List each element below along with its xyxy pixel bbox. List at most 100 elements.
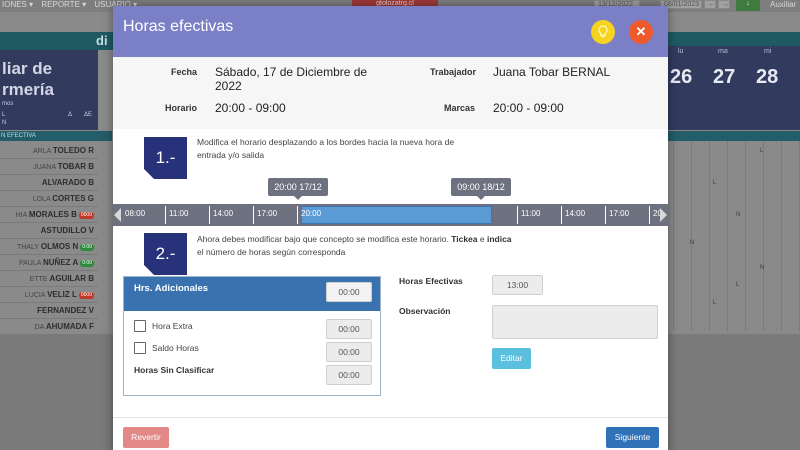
observacion-label: Observación (399, 306, 451, 316)
horario-label: Horario (165, 103, 198, 113)
timeline-hour-label: 11:00 (521, 209, 541, 218)
worker-first-name: PAULA (18, 260, 42, 267)
worker-row[interactable]: LOLA CORTES G (0, 191, 98, 207)
grid-cell[interactable]: N (736, 212, 740, 218)
marcas-value: 20:00 - 09:00 (493, 101, 564, 115)
worker-last-name: MORALES B (28, 210, 77, 219)
step-1-badge: 1.- (144, 137, 187, 179)
grid-cell[interactable]: L (713, 300, 716, 306)
timeline-hour-label: 17:00 (257, 209, 278, 218)
saldo-horas-input[interactable]: 00:00 (326, 342, 372, 362)
modal-title: Horas efectivas (123, 18, 234, 35)
timeline-hour-label: 14:00 (213, 209, 234, 218)
close-icon[interactable]: ✕ (629, 20, 653, 44)
worker-first-name: LOLA (32, 196, 51, 203)
worker-row[interactable]: PAULA NUÑEZ A 0:00 (0, 255, 98, 271)
siguiente-button[interactable]: Siguiente (606, 427, 659, 448)
horario-value: 20:00 - 09:00 (215, 101, 286, 115)
timeline-slider[interactable]: 08:0011:0014:0017:0020:0023:0002:0005:00… (113, 204, 668, 226)
shift-label: L (2, 112, 6, 118)
efectiva-row: N EFECTIVA (0, 131, 112, 141)
day-name: mi (764, 48, 772, 55)
timeline-tick (297, 206, 298, 224)
step-2-text-part: Ahora debes modificar bajo que concepto … (197, 234, 452, 244)
worker-row[interactable]: HIA MORALES B 0000 (0, 207, 98, 223)
timeline-tick (561, 206, 562, 224)
timeline-hour-label: 20:00 (301, 209, 322, 218)
timeline-tick (165, 206, 166, 224)
section-title: di (96, 33, 108, 48)
adicionales-total-field: 00:00 (326, 282, 372, 302)
day-name: lu (678, 48, 684, 55)
grid-cell[interactable]: L (736, 282, 739, 288)
step-1-text: Modifica el horario desplazando a los bo… (197, 137, 455, 160)
horas-adicionales-panel: Hrs. Adicionales 00:00 Hora Extra 00:00 … (123, 276, 381, 396)
horas-efectivas-modal: Horas efectivas ✕ Fecha Sábado, 17 de Di… (113, 6, 668, 450)
worker-balance-badge: 0000 (78, 291, 94, 299)
info-section: Fecha Sábado, 17 de Diciembre de 2022 Tr… (113, 57, 668, 129)
worker-row[interactable]: ASTUDILLO V (0, 223, 98, 239)
menu-item[interactable]: REPORTE ▾ (41, 0, 86, 9)
worker-first-name: HIA (15, 212, 27, 219)
timeline-tick (209, 206, 210, 224)
auxiliar-label: Auxiliar (770, 0, 797, 9)
trabajador-label: Trabajador (430, 67, 477, 77)
observacion-textarea[interactable] (492, 305, 658, 339)
nav-prev-button[interactable]: ← (704, 0, 716, 9)
worker-first-name: THALY (17, 244, 39, 251)
worker-last-name: AHUMADA F (45, 322, 94, 331)
grid-cell[interactable]: N (690, 240, 694, 246)
shift-letter: ΔE (84, 112, 93, 118)
panel-header: Hrs. Adicionales 00:00 (124, 277, 380, 311)
download-button[interactable]: ↓ (736, 0, 760, 11)
worker-last-name: VELIZ L (47, 290, 77, 299)
worker-row[interactable]: ETTE AGUILAR B (0, 271, 98, 287)
revertir-button[interactable]: Revertir (123, 427, 169, 448)
timeline-hour-label: 17:00 (609, 209, 630, 218)
timeline-tick (253, 206, 254, 224)
worker-row[interactable]: ALVARADO B (0, 175, 98, 191)
hora-extra-checkbox[interactable] (134, 320, 146, 332)
worker-row[interactable]: JUANA TOBAR B (0, 159, 98, 175)
page-title: liar de rmería (2, 58, 54, 100)
marcas-label: Marcas (444, 103, 476, 113)
timeline-start-flag[interactable]: 20:00 17/12 (268, 178, 328, 200)
saldo-horas-checkbox[interactable] (134, 342, 146, 354)
sin-clasificar-label: Horas Sin Clasificar (134, 365, 215, 375)
scroll-left-icon[interactable] (114, 208, 121, 222)
editar-button[interactable]: Editar (492, 348, 531, 369)
timeline-tick (605, 206, 606, 224)
menu-item[interactable]: IONES ▾ (2, 0, 33, 9)
timeline-hour-label: 08:00 (125, 209, 146, 218)
scroll-right-icon[interactable] (660, 208, 667, 222)
worker-row[interactable]: THALY OLMOS N 0:00 (0, 239, 98, 255)
worker-balance-badge: 0:00 (80, 259, 94, 267)
grid-cell[interactable]: L (760, 148, 763, 154)
sin-clasificar-field: 00:00 (326, 365, 372, 385)
worker-last-name: TOBAR B (57, 162, 94, 171)
grid-cell[interactable]: N (760, 265, 764, 271)
day-number: 28 (756, 66, 779, 88)
modal-header: Horas efectivas ✕ (113, 6, 668, 57)
worker-list: ARLA TOLEDO R JUANA TOBAR B ALVARADO B LOL… (0, 143, 98, 335)
worker-row[interactable]: FERNANDEZ V (0, 303, 98, 319)
nav-next-button[interactable]: → (718, 0, 730, 9)
worker-balance-badge: 0:00 (80, 243, 94, 251)
timeline-end-flag[interactable]: 09:00 18/12 (451, 178, 511, 200)
worker-first-name: LUCIA (24, 292, 46, 299)
title-line: liar de (2, 59, 53, 78)
grid-cell[interactable]: L (713, 180, 716, 186)
worker-first-name: JUANA (33, 164, 56, 171)
worker-row[interactable]: LUCIA VELIZ L 0000 (0, 287, 98, 303)
horas-efectivas-label: Horas Efectivas (399, 276, 463, 286)
timeline-selected-range[interactable] (301, 206, 492, 224)
hora-extra-input[interactable]: 00:00 (326, 319, 372, 339)
worker-row[interactable]: ARLA TOLEDO R (0, 143, 98, 159)
worker-last-name: CORTES G (52, 194, 94, 203)
day-number: 26 (670, 66, 693, 88)
fecha-label: Fecha (171, 67, 198, 77)
timeline-hour-label: 14:00 (565, 209, 586, 218)
worker-row[interactable]: DA AHUMADA F (0, 319, 98, 335)
lightbulb-icon[interactable] (591, 20, 615, 44)
mos-label: mos (2, 101, 14, 107)
